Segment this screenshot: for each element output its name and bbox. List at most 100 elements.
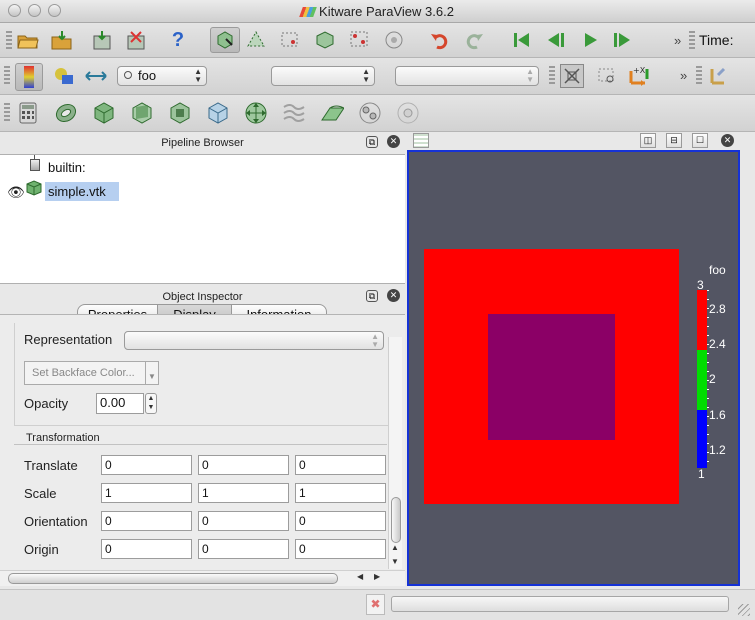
dataset-cube-icon <box>26 180 42 196</box>
scale-y-input[interactable]: 1 <box>198 483 289 503</box>
center-axes-icon[interactable] <box>708 64 732 88</box>
first-frame-icon[interactable] <box>510 28 534 52</box>
toolbar-grip[interactable] <box>4 103 10 123</box>
pipeline-item-builtin[interactable]: builtin: <box>48 160 86 175</box>
object-inspector-body: Representation ▲ ▼ Set Backface Color... … <box>0 314 405 571</box>
scale-x-input[interactable]: 1 <box>101 483 192 503</box>
close-view-icon[interactable]: ✕ <box>721 134 734 147</box>
window-title: Kitware ParaView 3.6.2 <box>319 4 454 19</box>
toolbar-grip[interactable] <box>6 31 12 49</box>
orientation-y-input[interactable]: 0 <box>198 511 289 531</box>
slice-icon[interactable] <box>130 101 154 125</box>
select-points-icon[interactable] <box>278 28 302 52</box>
pipeline-browser-title: Pipeline Browser <box>161 137 244 149</box>
horizontal-scrollbar[interactable]: ◀ ▶ <box>0 570 405 586</box>
representation-label: Representation <box>24 332 113 347</box>
scroll-down-icon[interactable]: ▼ <box>391 557 399 566</box>
glyph-icon[interactable] <box>244 101 268 125</box>
group-datasets-icon[interactable] <box>358 101 382 125</box>
rescale-range-icon[interactable] <box>52 64 76 88</box>
load-state-icon[interactable] <box>50 28 74 52</box>
translate-y-input[interactable]: 0 <box>198 455 289 475</box>
reset-session-icon[interactable] <box>124 28 148 52</box>
filters-toolbar <box>0 95 755 132</box>
warp-icon[interactable] <box>320 101 344 125</box>
reset-camera-icon[interactable] <box>560 64 584 88</box>
combo-arrows-icon: ▲ ▼ <box>362 67 370 84</box>
secondary-combo[interactable]: ▲ ▼ <box>395 66 539 86</box>
scroll-left-icon[interactable]: ◀ <box>357 572 363 581</box>
select-frustum-points-icon[interactable] <box>348 28 372 52</box>
previous-frame-icon[interactable] <box>544 28 568 52</box>
save-state-icon[interactable] <box>90 28 114 52</box>
vertical-scrollbar[interactable]: ▲ ▼ <box>388 337 402 569</box>
close-panel-icon[interactable]: ✕ <box>387 289 400 302</box>
undock-icon[interactable]: ⧉ <box>366 290 378 302</box>
origin-x-input[interactable]: 0 <box>101 539 192 559</box>
pipeline-browser-header: Pipeline Browser <box>0 133 405 153</box>
contour-icon[interactable] <box>54 101 78 125</box>
split-vertical-icon[interactable]: ⊟ <box>666 133 682 148</box>
clip-icon[interactable] <box>92 101 116 125</box>
rescale-custom-icon[interactable] <box>84 64 108 88</box>
help-icon[interactable]: ? <box>166 28 190 52</box>
select-frustum-cells-icon[interactable] <box>313 28 337 52</box>
split-horizontal-icon[interactable]: ◫ <box>640 133 656 148</box>
close-panel-icon[interactable]: ✕ <box>387 135 400 148</box>
resize-grip-icon[interactable] <box>738 604 750 616</box>
representation-combo[interactable]: ▲ ▼ <box>271 66 375 86</box>
toolbar-grip[interactable] <box>4 66 10 86</box>
origin-y-input[interactable]: 0 <box>198 539 289 559</box>
opacity-input[interactable]: 0.00 <box>96 393 144 414</box>
pipeline-item-simple-vtk[interactable]: simple.vtk <box>48 184 106 199</box>
undo-icon[interactable] <box>428 28 452 52</box>
render-view[interactable]: foo 3 2.8 2.4 2 1.6 1.2 1 <box>407 150 740 586</box>
threshold-icon[interactable] <box>168 101 192 125</box>
scale-z-input[interactable]: 1 <box>295 483 386 503</box>
undock-icon[interactable]: ⧉ <box>366 136 378 148</box>
legend-tick: 2.8 <box>709 302 726 316</box>
backface-color-dropdown-icon[interactable]: ▼ <box>146 361 159 385</box>
select-block-icon[interactable] <box>382 28 406 52</box>
play-icon[interactable] <box>578 28 602 52</box>
scale-label: Scale <box>24 486 57 501</box>
extract-level-icon[interactable] <box>396 101 420 125</box>
calculator-icon[interactable] <box>16 101 40 125</box>
color-map-editor-icon[interactable] <box>15 63 43 91</box>
visibility-eye-icon[interactable]: 👁 <box>7 184 25 201</box>
select-cells-icon[interactable] <box>244 28 268 52</box>
scroll-right-icon[interactable]: ▶ <box>374 572 380 581</box>
view-split-menu-icon[interactable] <box>413 133 429 148</box>
orientation-x-input[interactable]: 0 <box>101 511 192 531</box>
pipeline-browser: builtin: 👁 simple.vtk <box>0 154 405 284</box>
interact-select-icon[interactable] <box>210 27 240 53</box>
translate-z-input[interactable]: 0 <box>295 455 386 475</box>
toolbar-grip[interactable] <box>696 66 702 86</box>
stream-tracer-icon[interactable] <box>282 101 306 125</box>
translate-label: Translate <box>24 458 78 473</box>
extract-subset-icon[interactable] <box>206 101 230 125</box>
toolbar-grip[interactable] <box>689 31 695 49</box>
orientation-z-input[interactable]: 0 <box>295 511 386 531</box>
set-backface-color-button[interactable]: Set Backface Color... <box>24 361 146 385</box>
vertical-scrollbar-thumb[interactable] <box>391 497 401 543</box>
color-by-combo[interactable]: foo ▲ ▼ <box>117 66 207 86</box>
horizontal-scrollbar-thumb[interactable] <box>8 573 338 584</box>
redo-icon[interactable] <box>462 28 486 52</box>
origin-z-input[interactable]: 0 <box>295 539 386 559</box>
representation-select[interactable]: ▲ ▼ <box>124 331 384 350</box>
toolbar-overflow-button[interactable]: » <box>674 33 681 48</box>
scroll-up-icon[interactable]: ▲ <box>391 543 399 552</box>
zoom-to-box-icon[interactable] <box>595 64 619 88</box>
maximize-view-icon[interactable]: ☐ <box>692 133 708 148</box>
open-folder-icon[interactable] <box>16 28 40 52</box>
toolbar-grip[interactable] <box>549 66 555 86</box>
next-frame-icon[interactable] <box>610 28 634 52</box>
opacity-stepper[interactable]: ▲ ▼ <box>145 393 157 414</box>
object-inspector-title: Object Inspector <box>162 291 243 303</box>
progress-bar <box>391 596 729 612</box>
translate-x-input[interactable]: 0 <box>101 455 192 475</box>
toolbar-overflow-button[interactable]: » <box>680 68 687 83</box>
set-view-direction-icon[interactable]: +X <box>627 64 651 88</box>
abort-icon[interactable]: ✖ <box>366 594 385 615</box>
